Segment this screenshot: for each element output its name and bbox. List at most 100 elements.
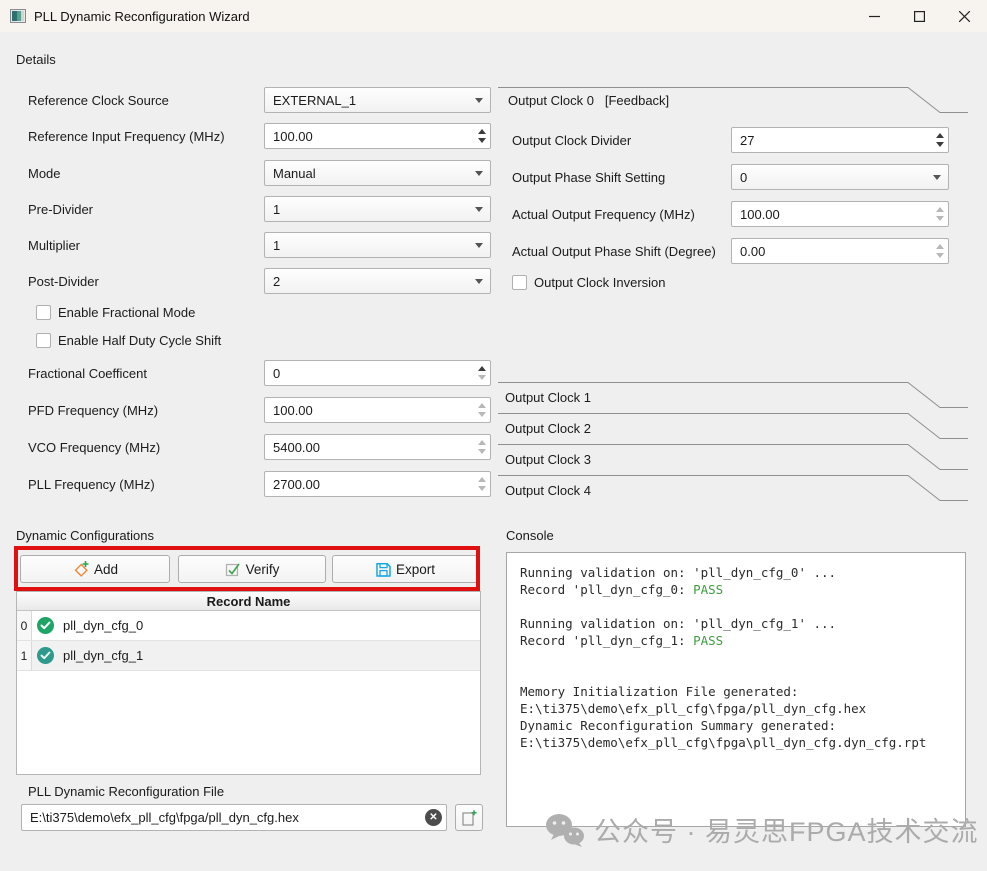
field-label-reference-input-frequency: Reference Input Frequency (MHz) [28, 129, 225, 144]
checkbox-label: Output Clock Inversion [534, 275, 666, 290]
chevron-down-icon [468, 207, 490, 212]
post-divider-combobox[interactable]: 2 [264, 268, 491, 294]
pll-wizard-window: PLL Dynamic Reconfiguration Wizard Detai… [0, 0, 987, 871]
table-row[interactable]: 1 pll_dyn_cfg_1 [17, 641, 480, 671]
pre-divider-combobox[interactable]: 1 [264, 196, 491, 222]
spin-up-icon[interactable] [478, 129, 486, 134]
chevron-down-icon [468, 171, 490, 176]
spin-down-icon [478, 486, 486, 491]
combo-value: 2 [265, 274, 468, 289]
add-button[interactable]: Add [20, 555, 170, 583]
field-label-pll-frequency: PLL Frequency (MHz) [28, 477, 155, 492]
export-button[interactable]: Export [332, 555, 478, 583]
verify-button-label: Verify [246, 562, 280, 577]
row-index: 1 [17, 641, 32, 670]
output-clock-inversion-checkbox[interactable]: Output Clock Inversion [512, 275, 666, 290]
actual-output-phase-shift-spinbox[interactable]: 0.00 [731, 238, 949, 264]
spin-value: 100.00 [732, 207, 931, 222]
spin-down-icon [478, 412, 486, 417]
pfd-frequency-spinbox[interactable]: 100.00 [264, 397, 491, 423]
row-index: 0 [17, 611, 32, 640]
spin-down-icon [936, 216, 944, 221]
console-line: Record 'pll_dyn_cfg_1: PASS [520, 632, 965, 649]
reference-clock-source-combobox[interactable]: EXTERNAL_1 [264, 87, 491, 113]
spin-value: 0 [265, 366, 473, 381]
field-label-actual-output-frequency: Actual Output Frequency (MHz) [512, 207, 695, 222]
checkbox-check-icon [225, 561, 242, 578]
spin-down-icon[interactable] [936, 142, 944, 147]
output-clock-0-title: Output Clock 0 [Feedback] [508, 93, 669, 108]
combo-value: 1 [265, 238, 468, 253]
pll-file-input[interactable] [21, 804, 447, 831]
window-title: PLL Dynamic Reconfiguration Wizard [34, 9, 250, 24]
spin-down-icon[interactable] [478, 138, 486, 143]
console-line: E:\ti375\demo\efx_pll_cfg\fpga/pll_dyn_c… [520, 700, 965, 717]
pll-file-label: PLL Dynamic Reconfiguration File [28, 784, 224, 799]
spin-value: 2700.00 [265, 477, 473, 492]
spin-up-icon [478, 440, 486, 445]
spin-up-icon[interactable] [936, 133, 944, 138]
table-row[interactable]: 0 pll_dyn_cfg_0 [17, 611, 480, 641]
field-label-vco-frequency: VCO Frequency (MHz) [28, 440, 160, 455]
field-label-pre-divider: Pre-Divider [28, 202, 93, 217]
field-label-multiplier: Multiplier [28, 238, 80, 253]
field-label-pfd-frequency: PFD Frequency (MHz) [28, 403, 158, 418]
title-bar: PLL Dynamic Reconfiguration Wizard [0, 0, 987, 32]
output-clock-3-label: Output Clock 3 [505, 452, 591, 467]
records-table: Record Name 0 pll_dyn_cfg_0 1 pll_dyn_cf… [16, 591, 481, 775]
output-clock-divider-spinbox[interactable]: 27 [731, 127, 949, 153]
console-output[interactable]: Running validation on: 'pll_dyn_cfg_0' .… [506, 552, 966, 827]
spin-down-icon[interactable] [478, 375, 486, 380]
feedback-tag: [Feedback] [605, 93, 669, 108]
spin-value: 0.00 [732, 244, 931, 259]
record-name: pll_dyn_cfg_0 [63, 618, 143, 633]
field-label-reference-clock-source: Reference Clock Source [28, 93, 169, 108]
spin-up-icon [936, 207, 944, 212]
pll-frequency-spinbox[interactable]: 2700.00 [264, 471, 491, 497]
console-line: E:\ti375\demo\efx_pll_cfg\fpga\pll_dyn_c… [520, 734, 965, 751]
mode-combobox[interactable]: Manual [264, 160, 491, 186]
details-section-label: Details [16, 52, 56, 67]
field-label-mode: Mode [28, 166, 61, 181]
multiplier-combobox[interactable]: 1 [264, 232, 491, 258]
maximize-button[interactable] [897, 0, 942, 32]
spin-down-icon [478, 449, 486, 454]
field-label-actual-output-phase-shift: Actual Output Phase Shift (Degree) [512, 244, 716, 259]
app-icon [10, 9, 26, 23]
verify-button[interactable]: Verify [178, 555, 326, 583]
enable-fractional-mode-checkbox[interactable]: Enable Fractional Mode [36, 305, 195, 320]
console-line [520, 649, 965, 666]
floppy-disk-icon [375, 561, 392, 578]
field-label-output-clock-divider: Output Clock Divider [512, 133, 631, 148]
field-label-fractional-coefficent: Fractional Coefficent [28, 366, 147, 381]
clear-icon[interactable]: ✕ [425, 809, 442, 826]
vco-frequency-spinbox[interactable]: 5400.00 [264, 434, 491, 460]
spin-value: 5400.00 [265, 440, 473, 455]
checkbox-box[interactable] [36, 305, 51, 320]
actual-output-frequency-spinbox[interactable]: 100.00 [731, 201, 949, 227]
enable-half-duty-cycle-shift-checkbox[interactable]: Enable Half Duty Cycle Shift [36, 333, 221, 348]
checkbox-box[interactable] [512, 275, 527, 290]
chevron-down-icon [468, 98, 490, 103]
console-label: Console [506, 528, 554, 543]
combo-value: 1 [265, 202, 468, 217]
checkbox-label: Enable Fractional Mode [58, 305, 195, 320]
minimize-button[interactable] [852, 0, 897, 32]
output-clock-1-label: Output Clock 1 [505, 390, 591, 405]
field-label-post-divider: Post-Divider [28, 274, 99, 289]
output-phase-shift-setting-combobox[interactable]: 0 [731, 164, 949, 190]
spin-up-icon[interactable] [478, 366, 486, 371]
close-button[interactable] [942, 0, 987, 32]
combo-value: EXTERNAL_1 [265, 93, 468, 108]
diamond-plus-icon [72, 560, 90, 578]
reference-input-frequency-spinbox[interactable]: 100.00 [264, 123, 491, 149]
console-line [520, 666, 965, 683]
checkbox-box[interactable] [36, 333, 51, 348]
spin-value: 100.00 [265, 129, 473, 144]
fractional-coefficent-spinbox[interactable]: 0 [264, 360, 491, 386]
dynamic-configurations-label: Dynamic Configurations [16, 528, 154, 543]
check-circle-icon [37, 647, 54, 664]
spin-down-icon [936, 253, 944, 258]
browse-new-file-button[interactable] [455, 804, 483, 831]
console-line: Running validation on: 'pll_dyn_cfg_1' .… [520, 615, 965, 632]
